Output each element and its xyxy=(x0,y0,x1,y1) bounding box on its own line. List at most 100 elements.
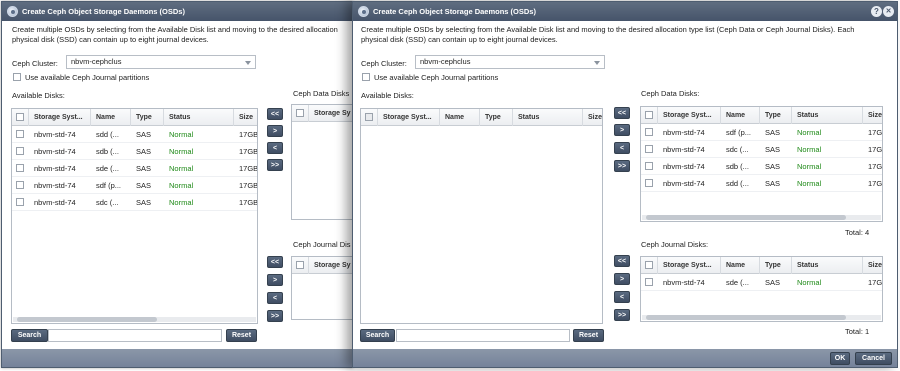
select-all-checkbox[interactable] xyxy=(645,261,653,269)
col-storage-system[interactable]: Storage Syst... xyxy=(378,109,440,126)
col-storage-system[interactable]: Storage Syst... xyxy=(658,107,721,124)
ok-button[interactable]: OK xyxy=(830,352,850,365)
move-right-button[interactable]: > xyxy=(614,273,630,285)
row-checkbox[interactable] xyxy=(645,128,653,136)
move-all-left-button[interactable]: << xyxy=(267,256,283,268)
col-name[interactable]: Name xyxy=(91,109,131,126)
col-size[interactable]: Size xyxy=(583,109,602,126)
col-name[interactable]: Name xyxy=(721,257,760,274)
row-checkbox[interactable] xyxy=(645,145,653,153)
select-all-checkbox[interactable] xyxy=(645,111,653,119)
move-all-right-button[interactable]: >> xyxy=(614,309,630,321)
select-all-checkbox[interactable] xyxy=(296,261,304,269)
col-type[interactable]: Type xyxy=(760,107,792,124)
table-row[interactable]: nbvm-std-74 sdd (... SAS Normal 17GB xyxy=(12,126,257,143)
journal-partitions-checkbox[interactable] xyxy=(13,73,21,81)
move-left-button[interactable]: < xyxy=(267,292,283,304)
row-checkbox-cell[interactable] xyxy=(641,158,658,175)
table-row[interactable]: nbvm-std-74 sdb (... SAS Normal 17G xyxy=(641,158,882,175)
reset-button[interactable]: Reset xyxy=(226,329,257,342)
table-row[interactable]: nbvm-std-74 sdf (p... SAS Normal 17GB xyxy=(12,177,257,194)
row-checkbox-cell[interactable] xyxy=(12,194,29,211)
col-storage-system[interactable]: Storage Syst... xyxy=(658,257,721,274)
horizontal-scrollbar[interactable] xyxy=(642,315,881,320)
table-row[interactable]: nbvm-std-74 sdc (... SAS Normal 17GB xyxy=(12,194,257,211)
move-left-button[interactable]: < xyxy=(267,142,283,154)
row-checkbox[interactable] xyxy=(16,164,24,172)
journal-partitions-checkbox[interactable] xyxy=(362,73,370,81)
col-name[interactable]: Name xyxy=(440,109,480,126)
select-all-checkbox[interactable] xyxy=(296,109,304,117)
col-status[interactable]: Status xyxy=(164,109,234,126)
col-size[interactable]: Size xyxy=(863,257,882,274)
row-checkbox-cell[interactable] xyxy=(12,160,29,177)
col-name[interactable]: Name xyxy=(721,107,760,124)
col-storage-system[interactable]: Storage Sy xyxy=(309,257,352,274)
scrollbar-thumb[interactable] xyxy=(17,317,157,322)
row-checkbox[interactable] xyxy=(645,278,653,286)
row-checkbox[interactable] xyxy=(16,130,24,138)
col-status[interactable]: Status xyxy=(792,257,863,274)
horizontal-scrollbar[interactable] xyxy=(13,317,256,322)
table-row[interactable]: nbvm-std-74 sdb (... SAS Normal 17GB xyxy=(12,143,257,160)
row-checkbox-cell[interactable] xyxy=(641,141,658,158)
col-type[interactable]: Type xyxy=(760,257,792,274)
col-type[interactable]: Type xyxy=(131,109,164,126)
search-input[interactable] xyxy=(396,329,570,342)
move-left-button[interactable]: < xyxy=(614,142,630,154)
select-all-checkbox-cell[interactable] xyxy=(361,109,378,126)
move-all-right-button[interactable]: >> xyxy=(614,160,630,172)
row-checkbox-cell[interactable] xyxy=(12,177,29,194)
ceph-cluster-select[interactable]: nbvm-cephclus xyxy=(415,55,605,69)
help-icon[interactable]: ? xyxy=(871,6,882,17)
row-checkbox[interactable] xyxy=(16,181,24,189)
select-all-checkbox-cell[interactable] xyxy=(641,107,658,124)
move-left-button[interactable]: < xyxy=(614,291,630,303)
scrollbar-thumb[interactable] xyxy=(646,215,846,220)
cancel-button[interactable]: Cancel xyxy=(855,352,892,365)
table-row[interactable]: nbvm-std-74 sde (... SAS Normal 17GB xyxy=(12,160,257,177)
reset-button[interactable]: Reset xyxy=(573,329,604,342)
ceph-cluster-select[interactable]: nbvm-cephclus xyxy=(66,55,256,69)
table-row[interactable]: nbvm-std-74 sdf (p... SAS Normal 17G xyxy=(641,124,882,141)
select-all-checkbox[interactable] xyxy=(16,113,24,121)
row-checkbox[interactable] xyxy=(16,147,24,155)
table-row[interactable]: nbvm-std-74 sdc (... SAS Normal 17G xyxy=(641,141,882,158)
move-all-right-button[interactable]: >> xyxy=(267,159,283,171)
row-checkbox[interactable] xyxy=(645,162,653,170)
search-button[interactable]: Search xyxy=(11,329,48,342)
row-checkbox-cell[interactable] xyxy=(641,124,658,141)
col-size[interactable]: Size xyxy=(234,109,257,126)
scrollbar-thumb[interactable] xyxy=(646,315,846,320)
horizontal-scrollbar[interactable] xyxy=(642,215,881,220)
move-right-button[interactable]: > xyxy=(267,274,283,286)
row-checkbox-cell[interactable] xyxy=(641,175,658,192)
col-storage-system[interactable]: Storage Syst... xyxy=(29,109,91,126)
move-all-left-button[interactable]: << xyxy=(267,108,283,120)
move-right-button[interactable]: > xyxy=(267,125,283,137)
search-button[interactable]: Search xyxy=(360,329,395,342)
row-checkbox-cell[interactable] xyxy=(12,126,29,143)
table-row[interactable]: nbvm-std-74 sde (... SAS Normal 17G xyxy=(641,274,882,291)
chevron-down-icon[interactable] xyxy=(594,61,600,65)
select-all-checkbox-cell[interactable] xyxy=(641,257,658,274)
search-input[interactable] xyxy=(48,329,222,342)
move-right-button[interactable]: > xyxy=(614,124,630,136)
close-icon[interactable]: ✕ xyxy=(883,6,894,17)
select-all-checkbox-cell[interactable] xyxy=(12,109,29,126)
move-all-left-button[interactable]: << xyxy=(614,255,630,267)
row-checkbox[interactable] xyxy=(645,179,653,187)
row-checkbox-cell[interactable] xyxy=(641,274,658,291)
col-size[interactable]: Size xyxy=(863,107,882,124)
table-row[interactable]: nbvm-std-74 sdd (... SAS Normal 17G xyxy=(641,175,882,192)
col-status[interactable]: Status xyxy=(792,107,863,124)
select-all-checkbox-cell[interactable] xyxy=(292,257,309,274)
col-type[interactable]: Type xyxy=(480,109,513,126)
chevron-down-icon[interactable] xyxy=(245,61,251,65)
select-all-checkbox[interactable] xyxy=(365,113,373,121)
move-all-left-button[interactable]: << xyxy=(614,107,630,119)
move-all-right-button[interactable]: >> xyxy=(267,310,283,322)
select-all-checkbox-cell[interactable] xyxy=(292,105,309,122)
row-checkbox[interactable] xyxy=(16,198,24,206)
row-checkbox-cell[interactable] xyxy=(12,143,29,160)
